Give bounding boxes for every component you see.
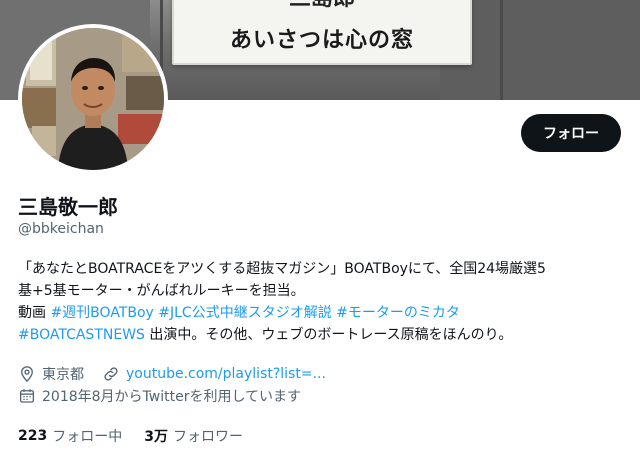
following-stat-link[interactable]: 223 フォロー中 — [18, 426, 122, 446]
follow-button[interactable]: フォロー — [521, 114, 621, 152]
hashtag-link[interactable]: #週刊BOATBoy — [50, 305, 153, 321]
bio-line: 動画 #週刊BOATBoy #JLC公式中継スタジオ解説 #モーターのミカタ — [18, 302, 630, 324]
followers-stat-link[interactable]: 3万 フォロワー — [144, 426, 243, 446]
bio-line: #BOATCASTNEWS 出演中。その他、ウェブのボートレース原稿をほんのり。 — [18, 324, 630, 346]
profile-handle: @bbkeichan — [18, 221, 104, 237]
hashtag-link[interactable]: #モーターのミカタ — [336, 305, 460, 321]
bio-text: 出演中。その他、ウェブのボートレース原稿をほんのり。 — [144, 327, 513, 343]
display-name: 三島敬一郎 — [18, 195, 118, 219]
profile-location: 東京都 — [42, 367, 84, 383]
profile-meta-row: 東京都 youtube.com/playlist?list=... — [18, 364, 326, 384]
bio-text: 動画 — [18, 305, 51, 321]
following-count: 223 — [18, 428, 48, 444]
avatar-photo — [22, 28, 164, 170]
following-label: フォロー中 — [52, 429, 123, 445]
followers-count: 3万 — [144, 429, 168, 445]
calendar-icon — [19, 389, 35, 403]
bio-line: 基+5基モーター・がんばれルーキーを担当。 — [18, 283, 305, 299]
banner-stripe — [500, 0, 503, 100]
profile-bio: 「あなたとBOATRACEをアツくする超抜マガジン」BOATBoyにて、全国24… — [18, 258, 630, 346]
banner-sign: 三島郎 あいさつは心の窓 — [172, 0, 472, 65]
banner-sign-top-text: 三島郎 — [174, 0, 470, 12]
profile-joined-date: 2018年8月からTwitterを利用しています — [42, 389, 302, 405]
banner-sign-text: あいさつは心の窓 — [229, 28, 414, 53]
hashtag-link[interactable]: #JLC公式中継スタジオ解説 — [158, 305, 331, 321]
location-pin-icon — [21, 366, 33, 383]
profile-website-link[interactable]: youtube.com/playlist?list=... — [126, 366, 326, 382]
bio-line: 「あなたとBOATRACEをアツくする超抜マガジン」BOATBoyにて、全国24… — [18, 261, 546, 277]
avatar[interactable] — [18, 24, 168, 174]
link-icon — [104, 367, 118, 381]
followers-label: フォロワー — [172, 429, 243, 445]
profile-meta-row: 2018年8月からTwitterを利用しています — [18, 386, 301, 406]
hashtag-link[interactable]: #BOATCASTNEWS — [18, 327, 145, 343]
profile-stats: 223 フォロー中 3万 フォロワー — [18, 426, 265, 446]
